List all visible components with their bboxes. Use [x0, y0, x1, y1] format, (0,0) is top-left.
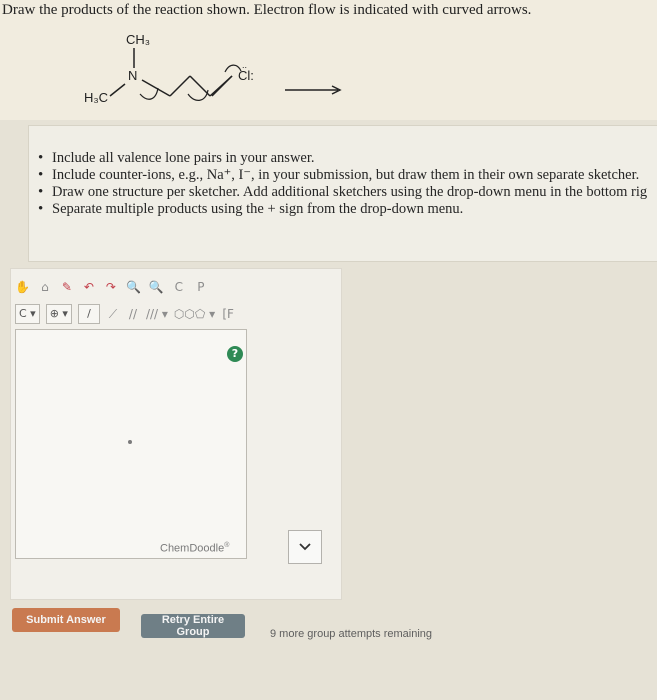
ring-icon[interactable]: ⬡⬡⬠ ▾: [174, 305, 215, 323]
ch3-label: CH₃: [126, 32, 150, 47]
double-bond-icon[interactable]: //: [126, 305, 140, 323]
retry-group-button[interactable]: Retry Entire Group: [141, 614, 245, 638]
brand-mark: ®: [224, 542, 230, 549]
canvas-dot: [128, 440, 132, 444]
add-sketcher-dropdown[interactable]: [288, 530, 322, 564]
templates-icon[interactable]: [F: [221, 305, 235, 323]
zoom-in-icon[interactable]: 🔍: [126, 278, 141, 296]
wedge-bond-icon[interactable]: ⟋: [106, 305, 120, 323]
clear-icon[interactable]: C: [172, 278, 186, 296]
chlorine-label: Cl:: [238, 68, 254, 83]
submit-answer-button[interactable]: Submit Answer: [12, 608, 120, 632]
redo-icon[interactable]: ↷: [104, 278, 118, 296]
instructions-box: Include all valence lone pairs in your a…: [28, 125, 657, 262]
undo-icon[interactable]: ↶: [82, 278, 96, 296]
sketcher-toolbar-top: ✋ ⌂ ✎ ↶ ↷ 🔍 🔍 C P: [15, 277, 208, 297]
brand-text: ChemDoodle: [160, 542, 225, 555]
periodic-table-icon[interactable]: P: [194, 278, 208, 296]
sketcher-toolbar-bottom: C ▾ ⊕ ▾ / ⟋ // /// ▾ ⬡⬡⬠ ▾ [F: [15, 304, 235, 324]
hand-icon[interactable]: ✋: [15, 278, 30, 296]
zoom-out-icon[interactable]: 🔍: [149, 278, 164, 296]
eraser-icon[interactable]: ✎: [60, 278, 74, 296]
instruction-item: Separate multiple products using the + s…: [38, 201, 657, 218]
chevron-down-icon: [299, 543, 311, 551]
attempts-remaining: 9 more group attempts remaining: [270, 628, 433, 640]
instruction-item: Draw one structure per sketcher. Add add…: [38, 184, 657, 201]
question-panel: Draw the products of the reaction shown.…: [0, 0, 657, 120]
chlorine-lone-pairs: ..: [242, 60, 247, 70]
help-icon[interactable]: ?: [227, 346, 243, 362]
instruction-item: Include counter-ions, e.g., Na⁺, I⁻, in …: [38, 167, 657, 184]
charge-plus-icon[interactable]: ⊕ ▾: [45, 304, 72, 324]
reaction-structure: CH₃ N H₃C Cl: ..: [84, 32, 342, 105]
nitrogen-label: N: [128, 68, 137, 83]
lasso-icon[interactable]: ⌂: [38, 278, 52, 296]
question-prompt: Draw the products of the reaction shown.…: [2, 2, 532, 18]
triple-bond-icon[interactable]: /// ▾: [146, 305, 168, 323]
h3c-label: H₃C: [84, 90, 108, 105]
chemdoodle-brand: ChemDoodle®: [160, 542, 229, 555]
carbon-dropdown-icon[interactable]: C ▾: [15, 304, 40, 324]
single-bond-icon[interactable]: /: [77, 304, 100, 324]
instruction-item: Include all valence lone pairs in your a…: [38, 150, 657, 167]
drawing-canvas[interactable]: [15, 329, 247, 559]
instruction-list: Include all valence lone pairs in your a…: [29, 150, 657, 218]
